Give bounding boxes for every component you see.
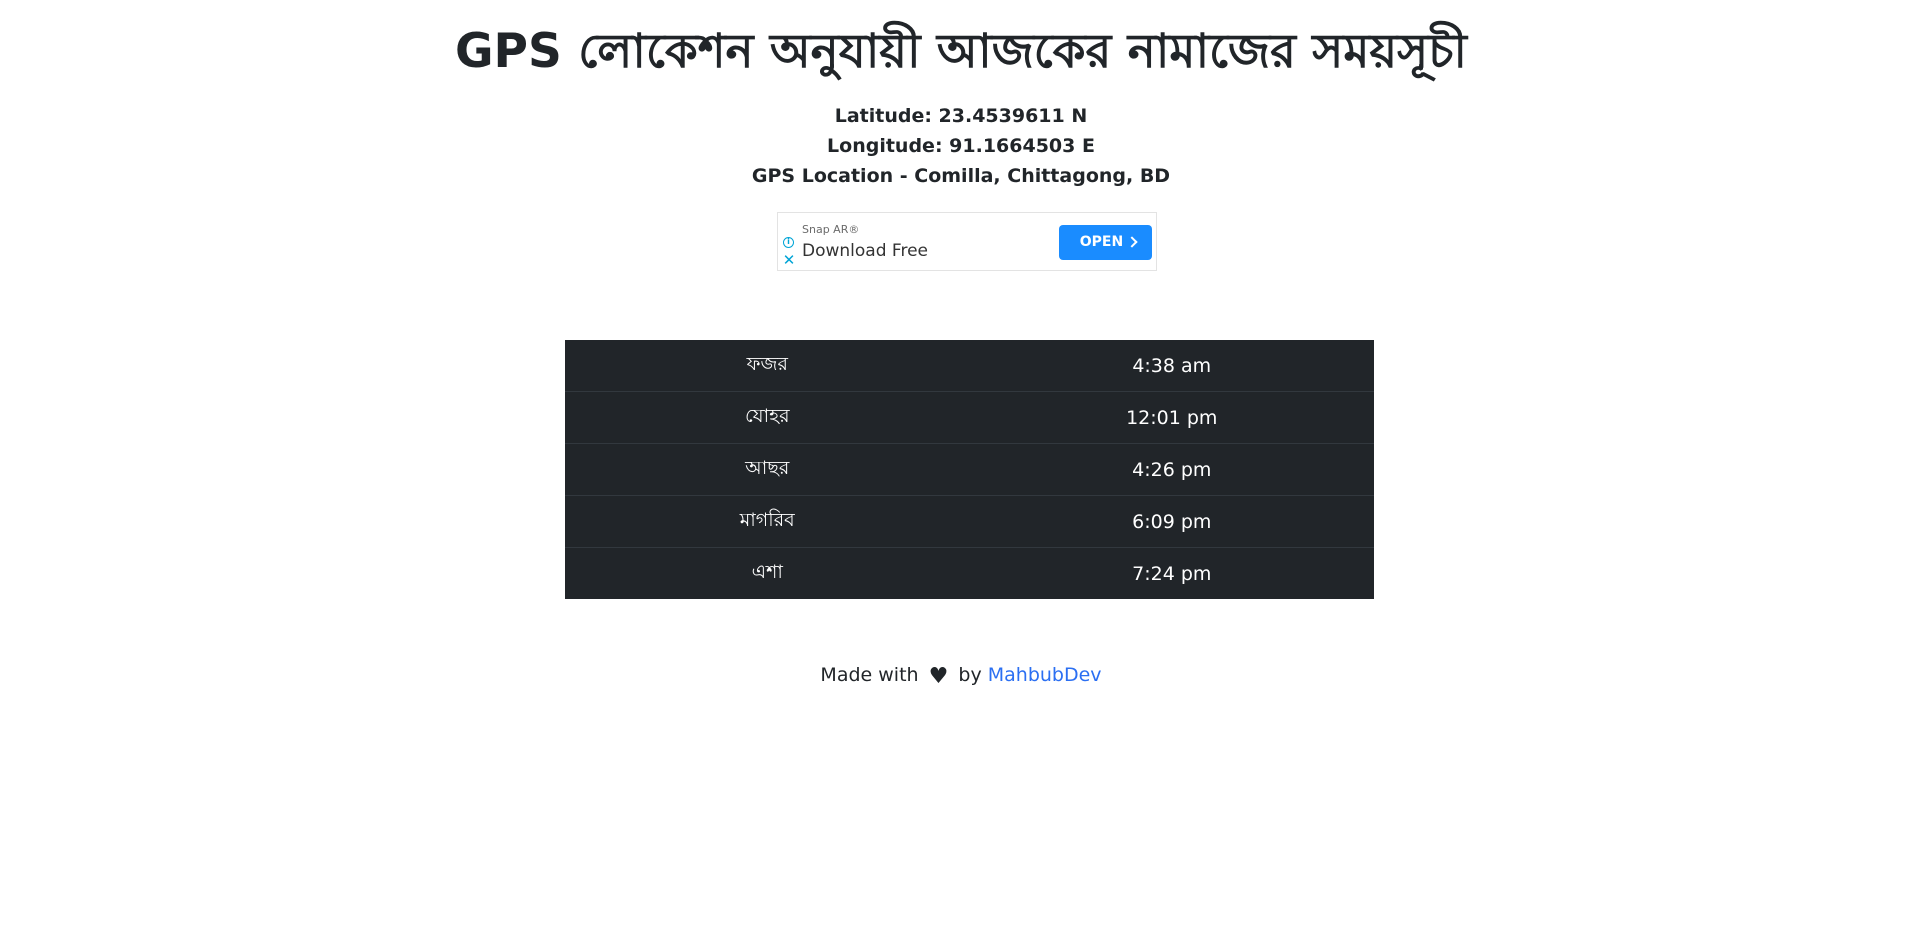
ad-banner[interactable]: i ✕ Snap AR® Download Free OPEN <box>777 212 1157 271</box>
footer-made-with: Made with <box>820 664 919 686</box>
ad-headline[interactable]: Download Free <box>802 240 928 262</box>
prayer-time: 4:26 pm <box>1132 458 1212 481</box>
footer-by: by <box>958 664 982 686</box>
page-title: GPS লোকেশন অনুযায়ী আজকের নামাজের সময়সূ… <box>454 24 1467 79</box>
prayer-time: 6:09 pm <box>1132 510 1212 533</box>
chevron-right-icon <box>1126 236 1138 248</box>
page: GPS লোকেশন অনুযায়ী আজকের নামাজের সময়সূ… <box>0 0 1922 940</box>
latitude-text: Latitude: 23.4539611 N <box>834 105 1088 127</box>
info-icon[interactable]: i <box>783 237 794 248</box>
prayer-name: আছর <box>745 456 790 479</box>
heart-icon: ♥ <box>928 664 949 689</box>
prayer-time: 12:01 pm <box>1126 406 1218 429</box>
prayer-name: মাগরিব <box>739 508 795 531</box>
table-row: মাগরিব 6:09 pm <box>565 495 1374 548</box>
prayer-name: এশা <box>751 560 783 583</box>
footer: Made with ♥ by MahbubDev <box>0 660 1922 692</box>
prayer-time: 4:38 am <box>1132 354 1212 377</box>
ad-open-button[interactable]: OPEN <box>1059 225 1152 260</box>
close-icon[interactable]: ✕ <box>782 253 796 268</box>
author-link[interactable]: MahbubDev <box>988 664 1102 686</box>
ad-brand: Snap AR® <box>802 223 860 236</box>
prayer-time: 7:24 pm <box>1132 562 1212 585</box>
ad-open-label: OPEN <box>1079 234 1124 250</box>
prayer-name: ফজর <box>746 352 788 375</box>
table-row: এশা 7:24 pm <box>565 547 1374 600</box>
gps-location-text: GPS Location - Comilla, Chittagong, BD <box>751 165 1171 187</box>
table-row: আছর 4:26 pm <box>565 443 1374 496</box>
longitude-text: Longitude: 91.1664503 E <box>827 135 1095 157</box>
table-row: যোহর 12:01 pm <box>565 391 1374 444</box>
prayer-name: যোহর <box>744 404 790 427</box>
prayer-times-table: ফজর 4:38 am যোহর 12:01 pm আছর 4:26 pm মা… <box>565 340 1374 599</box>
table-row: ফজর 4:38 am <box>565 340 1374 392</box>
